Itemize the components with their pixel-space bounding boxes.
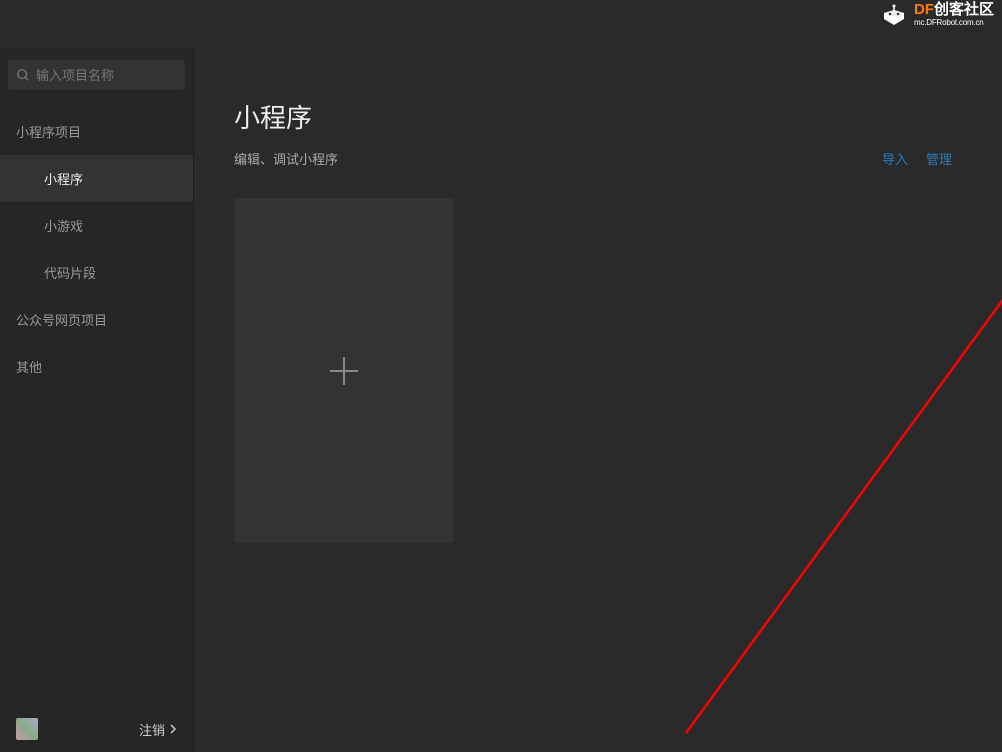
search-icon <box>16 68 30 82</box>
brand-domain: mc.DFRobot.com.cn <box>914 19 994 28</box>
logout-label: 注销 <box>139 720 165 739</box>
page-title: 小程序 <box>234 98 962 135</box>
search-box[interactable] <box>8 60 185 90</box>
import-link[interactable]: 导入 <box>882 149 908 168</box>
brand-watermark: DF创客社区 mc.DFRobot.com.cn <box>880 2 994 27</box>
nav-category-other[interactable]: 其他 <box>0 343 193 390</box>
search-input[interactable] <box>36 68 177 83</box>
main-content: 小程序 编辑、调试小程序 导入 管理 <box>194 48 1002 752</box>
sidebar: 小程序项目 小程序 小游戏 代码片段 公众号网页项目 其他 注销 <box>0 48 194 752</box>
brand-name: DF创客社区 <box>914 2 994 19</box>
plus-icon <box>326 353 362 389</box>
nav-category-miniprogram[interactable]: 小程序项目 <box>0 108 193 155</box>
logout-button[interactable]: 注销 <box>139 720 177 739</box>
nav-category-official[interactable]: 公众号网页项目 <box>0 296 193 343</box>
page-subtitle: 编辑、调试小程序 <box>234 149 338 168</box>
titlebar: DF创客社区 mc.DFRobot.com.cn <box>0 0 1002 48</box>
nav-item-minigame[interactable]: 小游戏 <box>0 202 193 249</box>
nav-item-snippet[interactable]: 代码片段 <box>0 249 193 296</box>
manage-link[interactable]: 管理 <box>926 149 952 168</box>
avatar[interactable] <box>16 718 38 740</box>
chevron-right-icon <box>169 724 177 734</box>
top-actions: 导入 管理 <box>882 149 962 168</box>
annotation-arrow <box>666 178 1002 748</box>
new-project-card[interactable] <box>234 198 454 543</box>
brand-robot-icon <box>880 3 908 27</box>
nav-item-miniprogram[interactable]: 小程序 <box>0 155 193 202</box>
nav-section: 小程序项目 小程序 小游戏 代码片段 公众号网页项目 其他 <box>0 98 193 390</box>
